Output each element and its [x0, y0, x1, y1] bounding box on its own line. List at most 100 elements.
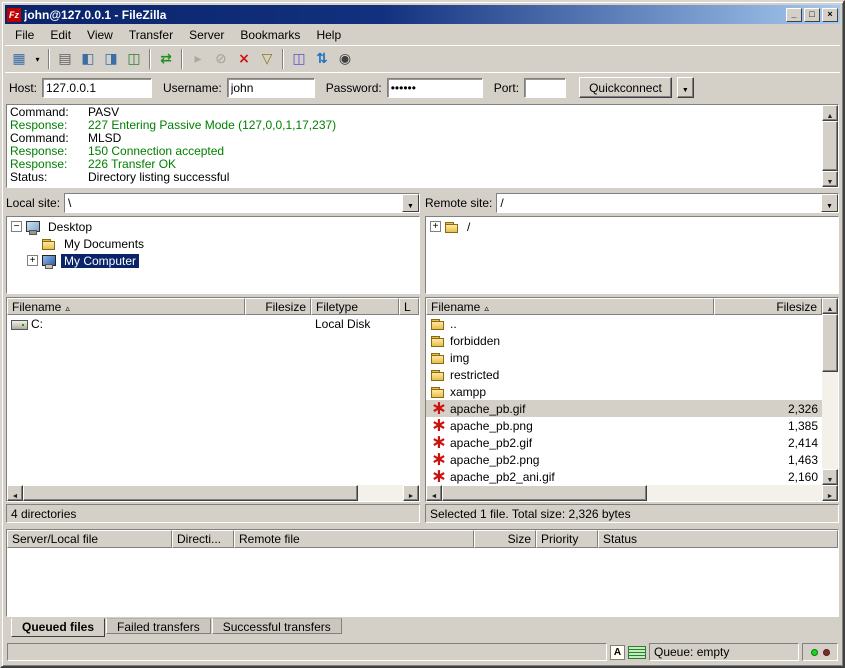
site-manager-dropdown-icon[interactable]: ▾: [31, 48, 44, 70]
column-header-status[interactable]: Status: [598, 530, 838, 548]
file-row-apache-pb2-png[interactable]: apache_pb2.png1,463: [426, 451, 822, 468]
tree-expander-icon[interactable]: −: [11, 221, 22, 232]
column-header-size[interactable]: Size: [474, 530, 536, 548]
local-horizontal-scrollbar[interactable]: [7, 485, 419, 501]
queue-status-text: Queue: empty: [649, 643, 799, 661]
scrollbar-track: [647, 485, 822, 501]
menu-server[interactable]: Server: [181, 26, 232, 44]
message-log-scrollbar[interactable]: [822, 105, 838, 187]
remote-site-input[interactable]: [497, 194, 821, 212]
tab-successful-transfers[interactable]: Successful transfers: [212, 618, 342, 634]
close-button[interactable]: ×: [822, 8, 838, 22]
file-row-c[interactable]: C:Local Disk: [7, 315, 419, 332]
file-broken-icon: [430, 453, 447, 467]
scrollbar-thumb[interactable]: [822, 121, 838, 171]
keypad-indicator-icon: [628, 646, 646, 659]
cancel-icon[interactable]: ×: [233, 48, 255, 70]
tree-item-desktop[interactable]: −Desktop: [7, 218, 419, 235]
username-input[interactable]: [227, 78, 315, 98]
folder-icon: [430, 334, 447, 348]
local-site-input[interactable]: [65, 194, 402, 212]
refresh-icon[interactable]: ⇄: [155, 48, 177, 70]
queue-body[interactable]: [7, 548, 838, 616]
menu-bookmarks[interactable]: Bookmarks: [232, 26, 308, 44]
tree-item-item[interactable]: +/: [426, 218, 838, 235]
column-header-filesize[interactable]: Filesize: [245, 298, 311, 315]
scroll-up-button[interactable]: [822, 105, 838, 121]
arrow-right-icon: [408, 486, 415, 501]
quickconnect-dropdown-button[interactable]: [677, 77, 694, 98]
file-name: xampp: [450, 385, 486, 399]
column-header-filename[interactable]: Filename: [7, 298, 245, 315]
scroll-right-button[interactable]: [403, 485, 419, 501]
quickconnect-button[interactable]: Quickconnect: [579, 77, 672, 98]
menu-edit[interactable]: Edit: [42, 26, 79, 44]
remote-site-combo[interactable]: [496, 193, 839, 213]
column-header-label: Remote file: [239, 532, 300, 546]
tree-item-my-computer[interactable]: +My Computer: [7, 252, 419, 269]
scroll-left-button[interactable]: [426, 485, 442, 501]
tree-expander-icon[interactable]: +: [27, 255, 38, 266]
file-row-restricted[interactable]: restricted: [426, 366, 822, 383]
column-header-server-local-file[interactable]: Server/Local file: [7, 530, 172, 548]
tree-item-my-documents[interactable]: My Documents: [7, 235, 419, 252]
column-header-l[interactable]: L: [399, 298, 419, 315]
column-header-filename[interactable]: Filename: [426, 298, 714, 315]
toggle-local-tree-icon[interactable]: ◧: [77, 48, 99, 70]
remote-site-dropdown-button[interactable]: [821, 194, 838, 212]
column-header-filetype[interactable]: Filetype: [311, 298, 399, 315]
password-input[interactable]: [387, 78, 483, 98]
toggle-message-log-icon[interactable]: ▤: [54, 48, 76, 70]
process-queue-icon: ▸: [187, 48, 209, 70]
file-row-apache-pb2-ani-gif[interactable]: apache_pb2_ani.gif2,160: [426, 468, 822, 485]
file-row-apache-pb-gif[interactable]: apache_pb.gif2,326: [426, 400, 822, 417]
tree-expander-icon[interactable]: +: [430, 221, 441, 232]
scroll-right-button[interactable]: [822, 485, 838, 501]
scroll-down-button[interactable]: [822, 171, 838, 187]
menu-transfer[interactable]: Transfer: [121, 26, 181, 44]
minimize-button[interactable]: _: [786, 8, 802, 22]
file-row-img[interactable]: img: [426, 349, 822, 366]
local-site-dropdown-button[interactable]: [402, 194, 419, 212]
menu-file[interactable]: File: [7, 26, 42, 44]
scrollbar-track: [358, 485, 403, 501]
column-header-priority[interactable]: Priority: [536, 530, 598, 548]
menu-help[interactable]: Help: [308, 26, 349, 44]
file-row-xampp[interactable]: xampp: [426, 383, 822, 400]
toggle-queue-icon[interactable]: ◫: [123, 48, 145, 70]
filter-icon[interactable]: ▽: [256, 48, 278, 70]
file-row-parent-directory[interactable]: ..: [426, 315, 822, 332]
maximize-button[interactable]: □: [804, 8, 820, 22]
column-header-filesize[interactable]: Filesize: [714, 298, 822, 315]
log-text: 227 Entering Passive Mode (127,0,0,1,17,…: [88, 119, 336, 132]
filezilla-window: Fz john@127.0.0.1 - FileZilla _□× FileEd…: [0, 0, 845, 668]
titlebar[interactable]: Fz john@127.0.0.1 - FileZilla _□×: [5, 5, 840, 24]
tab-queued-files[interactable]: Queued files: [11, 618, 105, 637]
local-site-combo[interactable]: [64, 193, 420, 213]
remote-horizontal-scrollbar[interactable]: [426, 485, 838, 501]
find-files-icon[interactable]: ◉: [334, 48, 356, 70]
column-header-label: Filename: [431, 300, 480, 314]
column-header-directi[interactable]: Directi...: [172, 530, 234, 548]
remote-site-row: Remote site:: [425, 192, 839, 214]
file-row-apache-pb-png[interactable]: apache_pb.png1,385: [426, 417, 822, 434]
synchronized-browsing-icon[interactable]: ⇅: [311, 48, 333, 70]
remote-vertical-scrollbar[interactable]: [822, 298, 838, 485]
scroll-down-button[interactable]: [822, 469, 838, 485]
menu-view[interactable]: View: [79, 26, 121, 44]
file-row-apache-pb2-gif[interactable]: apache_pb2.gif2,414: [426, 434, 822, 451]
host-input[interactable]: [42, 78, 152, 98]
scroll-up-button[interactable]: [822, 298, 838, 314]
directory-comparison-icon[interactable]: ◫: [288, 48, 310, 70]
tab-failed-transfers[interactable]: Failed transfers: [106, 618, 211, 634]
scroll-left-button[interactable]: [7, 485, 23, 501]
site-manager-icon[interactable]: ▦: [8, 48, 30, 70]
scrollbar-thumb[interactable]: [822, 314, 838, 372]
file-row-forbidden[interactable]: forbidden: [426, 332, 822, 349]
file-name: apache_pb2_ani.gif: [450, 470, 555, 484]
toggle-remote-tree-icon[interactable]: ◨: [100, 48, 122, 70]
scrollbar-thumb[interactable]: [442, 485, 647, 501]
port-input[interactable]: [524, 78, 566, 98]
scrollbar-thumb[interactable]: [23, 485, 358, 501]
column-header-remote-file[interactable]: Remote file: [234, 530, 474, 548]
